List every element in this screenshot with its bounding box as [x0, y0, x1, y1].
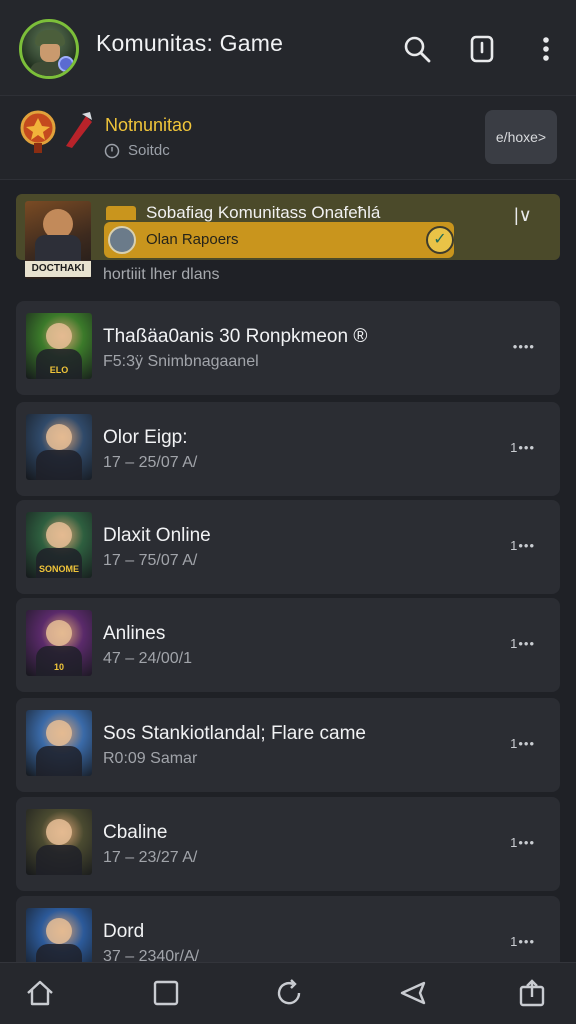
list-item[interactable]: Sos Stankiotlandal; Flare came R0:09 Sama… — [16, 698, 560, 792]
more-options-icon[interactable]: 1••• — [510, 934, 535, 949]
game-title: Thaßäa0anis 30 Ronpkmeon ® — [103, 326, 368, 347]
avatar[interactable] — [19, 19, 79, 79]
home-icon[interactable] — [24, 977, 56, 1009]
game-subtitle: 17 – 23/27 A/ — [103, 849, 198, 866]
featured-title: Sobafiag Komunitass Onafeħlá — [146, 203, 381, 222]
game-subtitle: R0:09 Samar — [103, 750, 198, 767]
game-title: Olor Eiɡp: — [103, 427, 188, 448]
more-options-icon[interactable]: 1••• — [510, 538, 535, 553]
more-options-icon[interactable]: 1••• — [510, 440, 535, 455]
more-options-icon[interactable]: •••• — [513, 339, 535, 354]
game-thumbnail — [26, 809, 92, 875]
medal-icon — [20, 110, 58, 154]
game-title: Cbaline — [103, 822, 168, 843]
thumbnail-label: SONOME — [38, 564, 79, 574]
featured-pill-label: Olan Rapoers — [146, 231, 239, 248]
game-thumbnail: ELO — [26, 313, 92, 379]
announce-icon[interactable] — [398, 977, 430, 1009]
more-options-icon[interactable]: 1••• — [510, 835, 535, 850]
game-subtitle: 47 – 24/00/1 — [103, 650, 192, 667]
flame-icon — [60, 110, 94, 150]
square-icon[interactable] — [150, 977, 182, 1009]
list-item[interactable]: ELO Thaßäa0anis 30 Ronpkmeon ® F5:3ÿ Snimb… — [16, 301, 560, 395]
clock-icon — [104, 143, 120, 159]
game-thumbnail: 10 — [26, 610, 92, 676]
top-app-bar: Komunitas: Game — [0, 0, 576, 96]
more-options-icon[interactable]: 1••• — [510, 736, 535, 751]
phone-icon[interactable] — [467, 34, 497, 64]
refresh-icon[interactable] — [273, 977, 305, 1009]
game-title: Dlaxit Online — [103, 525, 211, 546]
game-thumbnail — [26, 414, 92, 480]
list-item[interactable]: 10 Anlines 47 – 24/00/1 1••• — [16, 598, 560, 692]
search-icon[interactable] — [402, 34, 432, 64]
page-title: Komunitas: Game — [96, 30, 284, 56]
game-thumbnail: SONOME — [26, 512, 92, 578]
folder-tab — [106, 206, 136, 220]
list-item[interactable]: Olor Eiɡp: 17 – 25/07 A/1••• — [16, 402, 560, 496]
list-item[interactable]: SONOME Dlaxit Online 17 – 75/07 A/1••• — [16, 500, 560, 594]
game-title: Dord — [103, 921, 145, 942]
game-subtitle: 17 – 75/07 A/ — [103, 552, 198, 569]
share-icon[interactable] — [516, 977, 548, 1009]
game-thumbnail — [26, 710, 92, 776]
featured-badge: DOCTHAKI — [25, 261, 91, 277]
more-options-icon[interactable]: 1••• — [510, 636, 535, 651]
check-icon: ✓ — [426, 226, 454, 254]
game-subtitle: 17 – 25/07 A/ — [103, 454, 198, 471]
game-title: Anlines — [103, 623, 166, 644]
more-vertical-icon[interactable] — [531, 34, 561, 64]
featured-thumbnail: DOCTHAKI — [25, 201, 91, 279]
game-subtitle: F5:3ÿ Snimbnagaanel — [103, 353, 259, 370]
bottom-navigation — [0, 962, 576, 1024]
featured-pill[interactable]: Olan Rapoers ✓ — [104, 222, 454, 258]
chevron-down-icon[interactable]: |∨ — [514, 205, 532, 226]
thumbnail-label: ELO — [49, 365, 69, 375]
game-title: Sos Stankiotlandal; Flare came — [103, 723, 366, 744]
section-title: Notnunitao — [105, 115, 193, 135]
section-subtitle: Soitdc — [128, 142, 170, 159]
section-action-button[interactable]: e/hoxe> — [485, 110, 557, 164]
thumbnail-label: 10 — [53, 662, 64, 672]
list-item[interactable]: Cbaline 17 – 23/27 A/1••• — [16, 797, 560, 891]
avatar — [108, 226, 136, 254]
featured-subtitle: hortiiit lher dlans — [103, 266, 220, 283]
